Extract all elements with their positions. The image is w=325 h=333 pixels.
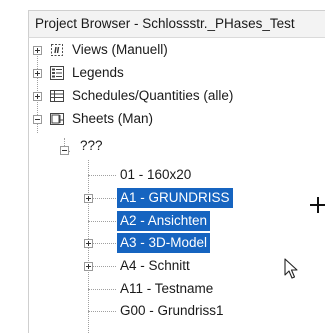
project-browser-tree[interactable]: Views (Manuell) Legends Schedules/Quanti… [28,38,325,333]
tree-item-sheets[interactable]: Sheets (Man) [29,109,319,129]
tree-item-sheet[interactable]: A1 - GRUNDRISS [29,188,319,208]
tree-item-legends[interactable]: Legends [29,63,319,83]
tree-item-views[interactable]: Views (Manuell) [29,40,319,60]
tree-item-sheet[interactable]: A2 - Ansichten [29,211,319,231]
tree-item-label: Sheets (Man) [72,111,154,126]
mouse-pointer-icon [284,258,298,279]
expand-toggle[interactable] [33,46,42,55]
tree-item-schedules[interactable]: Schedules/Quantities (alle) [29,86,319,106]
tree-item-label: Legends [72,65,124,80]
tree-item-sheet[interactable]: A3 - 3D-Model [29,233,319,253]
sheets-icon [50,113,64,125]
tree-item-sheet[interactable]: A11 - Testname [29,279,319,299]
collapse-toggle[interactable] [33,115,42,124]
tree-item-sheet[interactable]: 01 - 160x20 [29,165,319,185]
tree-item-label: A2 - Ansichten [117,211,211,231]
tree-item-label: A1 - GRUNDRISS [117,188,233,208]
tree-item-label: Schedules/Quantities (alle) [72,88,234,103]
drag-crosshair-icon [310,197,325,213]
schedules-icon [50,90,64,102]
project-browser-title: Project Browser - Schlossstr._PHases_Tes… [28,10,325,38]
tree-item-label: A4 - Schnitt [120,258,190,273]
tree-item-label: G00 - Grundriss1 [120,303,224,318]
tree-item-sheet[interactable]: G00 - Grundriss1 [29,301,319,321]
tree-item-label: A11 - Testname [120,281,214,296]
expand-toggle[interactable] [33,69,42,78]
tree-item-label: 01 - 160x20 [120,167,192,182]
views-icon [51,44,63,56]
tree-item-sheet-group[interactable]: ??? [29,132,319,155]
expand-toggle[interactable] [33,92,42,101]
expand-toggle[interactable] [84,239,93,248]
tree-item-sheet[interactable]: A4 - Schnitt [29,256,319,276]
legends-icon [50,66,64,80]
expand-toggle[interactable] [84,262,93,271]
collapse-toggle[interactable] [60,146,69,155]
tree-item-label: A3 - 3D-Model [117,233,211,253]
tree-item-label: Views (Manuell) [72,42,168,57]
expand-toggle[interactable] [84,194,93,203]
tree-item-label: ??? [80,138,103,153]
